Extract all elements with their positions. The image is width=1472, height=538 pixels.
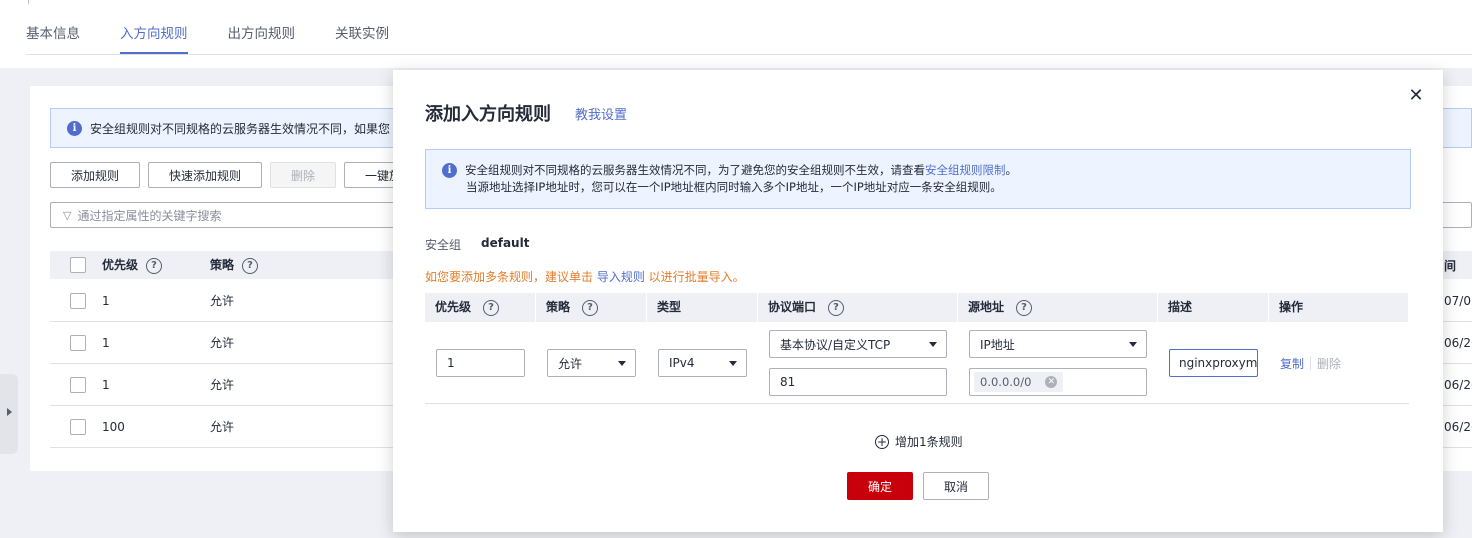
row-priority: 1 — [102, 335, 110, 350]
dialog-title: 添加入方向规则 — [425, 104, 551, 125]
row-policy: 允许 — [210, 336, 235, 350]
add-one-rule-button[interactable]: + 增加1条规则 — [875, 433, 963, 450]
quick-add-rule-button[interactable]: 快速添加规则 — [148, 162, 262, 188]
sidebar-expand-handle[interactable] — [0, 374, 18, 454]
help-icon[interactable]: ? — [582, 299, 599, 316]
help-icon[interactable]: ? — [242, 257, 259, 274]
search-placeholder: 通过指定属性的关键字搜索 — [77, 208, 222, 223]
header-source: 源地址? — [958, 293, 1158, 322]
type-select[interactable]: IPv4 — [658, 349, 747, 377]
header-priority: 优先级? — [425, 293, 536, 322]
caret-right-icon — [7, 408, 12, 416]
security-group-value: default — [481, 236, 530, 250]
divider — [1310, 356, 1311, 370]
help-link[interactable]: 教我设置 — [575, 104, 627, 123]
row-checkbox[interactable] — [70, 418, 86, 435]
header-priority: 优先级? — [102, 256, 163, 274]
divider — [28, 0, 29, 4]
import-rules-link[interactable]: 导入规则 — [597, 270, 645, 284]
rule-limit-link[interactable]: 安全组规则限制 — [925, 163, 1006, 177]
chevron-down-icon — [1129, 342, 1137, 347]
row-policy: 允许 — [210, 420, 235, 434]
info-icon: i — [67, 120, 82, 136]
row-date: 07/07 — [1444, 293, 1472, 308]
row-date: 06/26 — [1444, 377, 1472, 392]
port-input[interactable]: 81 — [769, 368, 947, 396]
row-checkbox[interactable] — [70, 376, 86, 393]
rule-row: 1 允许 IPv4 基本协议/自定义TCP 81 IP地址 0.0.0.0/0 ✕… — [425, 322, 1409, 404]
chevron-down-icon — [929, 342, 937, 347]
source-type-select[interactable]: IP地址 — [969, 330, 1147, 358]
plus-circle-icon: + — [875, 434, 889, 449]
info-line2: 当源地址选择IP地址时，您可以在一个IP地址框内同时输入多个IP地址，一个IP地… — [466, 180, 1002, 194]
header-policy: 策略? — [536, 293, 647, 322]
page-info-text: 安全组规则对不同规格的云服务器生效情况不同，如果您 — [90, 121, 391, 136]
header-time: 间 — [1444, 258, 1457, 273]
help-icon[interactable]: ? — [828, 299, 845, 316]
row-priority: 1 — [102, 293, 110, 308]
cancel-button[interactable]: 取消 — [923, 472, 989, 500]
confirm-button[interactable]: 确定 — [847, 472, 913, 500]
source-ip-input[interactable]: 0.0.0.0/0 ✕ — [969, 368, 1147, 396]
add-inbound-rule-dialog: 添加入方向规则 教我设置 ✕ i 安全组规则对不同规格的云服务器生效情况不同，为… — [393, 70, 1443, 532]
dialog-info-box: i 安全组规则对不同规格的云服务器生效情况不同，为了避免您的安全组规则不生效，请… — [425, 149, 1411, 209]
tab-inbound-rules[interactable]: 入方向规则 — [120, 14, 188, 54]
help-icon[interactable]: ? — [1016, 299, 1033, 316]
header-description: 描述 — [1158, 293, 1269, 322]
ip-tag: 0.0.0.0/0 ✕ — [974, 372, 1064, 392]
tab-outbound-rules[interactable]: 出方向规则 — [228, 14, 296, 54]
row-date: 06/26 — [1444, 419, 1472, 434]
select-all-checkbox[interactable] — [70, 257, 86, 273]
help-icon[interactable]: ? — [483, 299, 500, 316]
chevron-down-icon — [729, 361, 737, 366]
row-checkbox[interactable] — [70, 334, 86, 351]
row-priority: 100 — [102, 419, 125, 434]
protocol-select[interactable]: 基本协议/自定义TCP — [769, 330, 947, 358]
row-checkbox[interactable] — [70, 292, 86, 309]
row-policy: 允许 — [210, 294, 235, 308]
description-input[interactable]: nginxproxym — [1169, 349, 1258, 377]
copy-link[interactable]: 复制 — [1280, 355, 1304, 372]
info-line1: 安全组规则对不同规格的云服务器生效情况不同，为了避免您的安全组规则不生效，请查看… — [465, 163, 1017, 177]
info-icon: i — [442, 163, 457, 178]
help-icon[interactable]: ? — [146, 257, 163, 274]
tab-bar: 基本信息 入方向规则 出方向规则 关联实例 — [26, 14, 389, 54]
delete-link[interactable]: 删除 — [1317, 355, 1341, 372]
tab-associated-instances[interactable]: 关联实例 — [335, 14, 389, 54]
row-date: 06/26 — [1444, 335, 1472, 350]
policy-select[interactable]: 允许 — [547, 349, 636, 377]
header-protocol-port: 协议端口? — [758, 293, 958, 322]
rule-table-header: 优先级? 策略? 类型 协议端口? 源地址? 描述 操作 — [425, 293, 1409, 322]
header-type: 类型 — [647, 293, 758, 322]
header-operation: 操作 — [1269, 293, 1409, 322]
header-policy: 策略? — [210, 256, 259, 274]
tab-basic-info[interactable]: 基本信息 — [26, 14, 80, 54]
delete-button[interactable]: 删除 — [270, 162, 336, 188]
row-priority: 1 — [102, 377, 110, 392]
security-group-label: 安全组 — [425, 238, 462, 252]
remove-tag-icon[interactable]: ✕ — [1045, 376, 1058, 388]
tabs-divider — [26, 54, 1472, 55]
add-rule-button[interactable]: 添加规则 — [50, 162, 140, 188]
close-icon[interactable]: ✕ — [1406, 86, 1426, 106]
priority-input[interactable]: 1 — [436, 349, 525, 377]
import-hint: 如您要添加多条规则，建议单击 导入规则 以进行批量导入。 — [425, 270, 745, 284]
row-policy: 允许 — [210, 378, 235, 392]
chevron-down-icon — [618, 361, 626, 366]
filter-icon: ▽ — [63, 208, 72, 222]
add-rule-label: 增加1条规则 — [895, 435, 963, 449]
